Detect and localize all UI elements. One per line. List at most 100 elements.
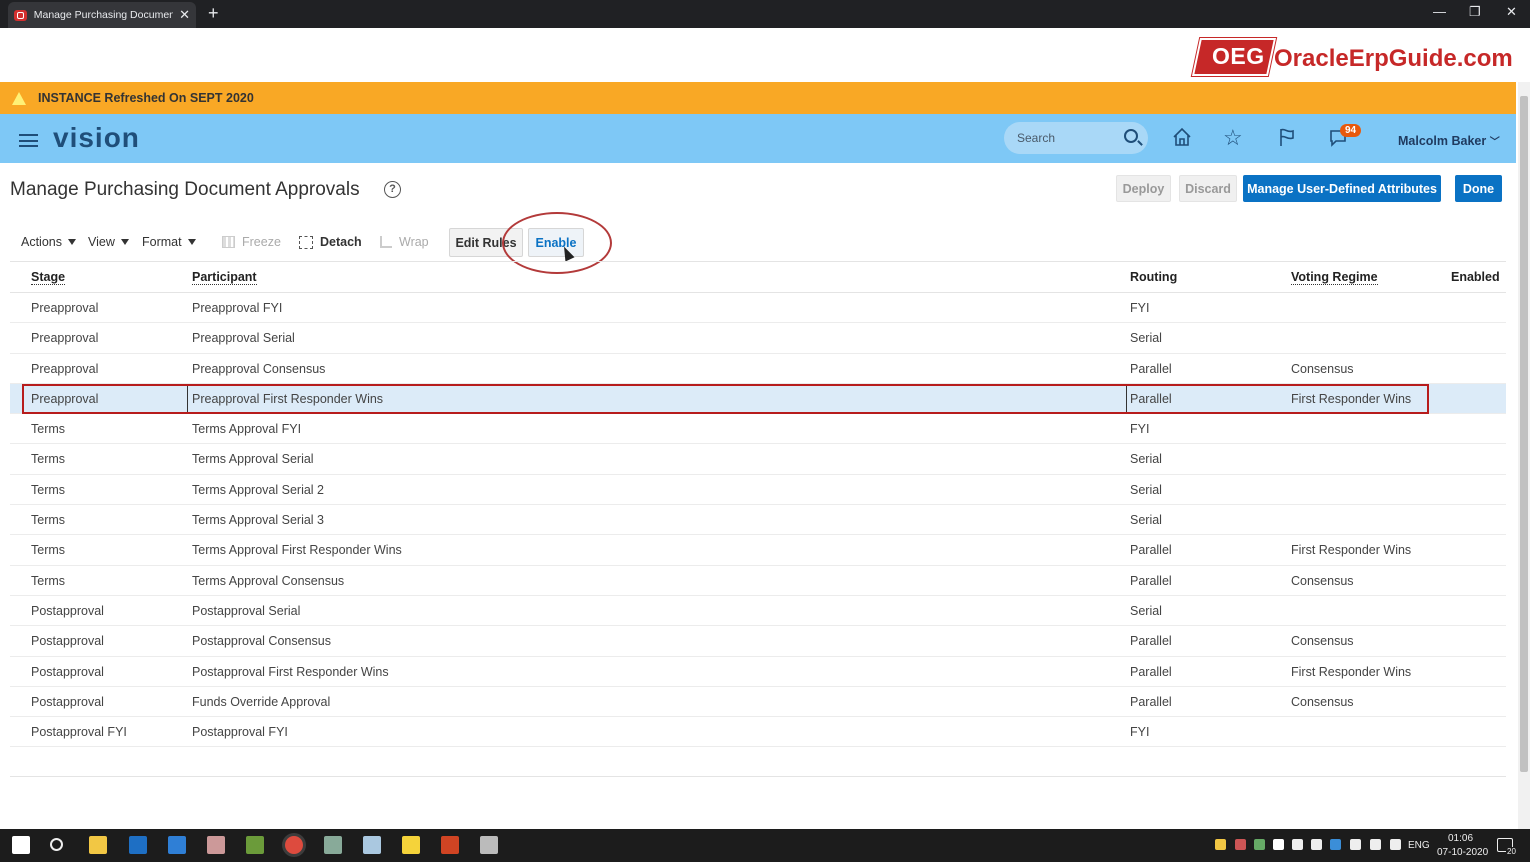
table-row[interactable]: Postapproval FYI Postapproval FYI FYI (10, 717, 1506, 748)
participant-cell: Funds Override Approval (192, 694, 331, 709)
table-row[interactable]: Terms Terms Approval Serial 3 Serial (10, 505, 1506, 536)
system-tray-icon[interactable] (1311, 839, 1322, 850)
home-icon[interactable] (1172, 127, 1192, 147)
column-header-voting-regime[interactable]: Voting Regime (1291, 270, 1378, 285)
restore-button[interactable]: ❐ (1469, 4, 1481, 20)
clock-time[interactable]: 01:06 (1448, 833, 1473, 844)
system-tray-icon[interactable] (1254, 839, 1265, 850)
edit-rules-button[interactable]: Edit Rules (449, 228, 523, 257)
table-toolbar: Actions View Format Freeze Detach Wrap E… (0, 228, 1516, 258)
freeze-button[interactable]: Freeze (222, 235, 281, 249)
mail-icon[interactable] (168, 836, 186, 854)
table-row[interactable]: Postapproval Postapproval Serial Serial (10, 596, 1506, 627)
help-icon[interactable]: ? (384, 181, 401, 198)
enable-button[interactable]: Enable (528, 228, 584, 257)
flag-icon[interactable] (1277, 127, 1297, 147)
page-scrollbar[interactable] (1518, 82, 1530, 829)
format-menu[interactable]: Format (142, 235, 196, 249)
participant-cell: Preapproval Serial (192, 331, 295, 346)
table-row[interactable]: Postapproval Postapproval First Responder… (10, 657, 1506, 687)
routing-cell: Parallel (1130, 664, 1172, 679)
system-tray-icon[interactable] (1390, 839, 1401, 850)
routing-cell: Parallel (1130, 573, 1172, 588)
caret-down-icon (187, 239, 196, 245)
search-input[interactable] (1017, 131, 1117, 145)
table-row[interactable]: Postapproval Funds Override Approval Paral… (10, 687, 1506, 718)
stage-cell: Postapproval FYI (31, 725, 127, 740)
voting-regime-cell: Consensus (1291, 694, 1354, 709)
column-header-enabled[interactable]: Enabled (1451, 270, 1500, 284)
freeze-icon (222, 236, 235, 248)
outlook-icon[interactable] (129, 836, 147, 854)
oracle-favicon-icon (14, 9, 27, 21)
table-row[interactable]: Preapproval Preapproval FYI FYI (10, 293, 1506, 324)
table-row[interactable]: Terms Terms Approval First Responder Wins… (10, 535, 1506, 566)
window-close-button[interactable]: ✕ (1506, 4, 1517, 20)
browser-tab[interactable]: Manage Purchasing Document A ✕ (8, 2, 196, 28)
routing-cell: Serial (1130, 452, 1162, 467)
system-tray-icon[interactable] (1330, 839, 1341, 850)
voting-regime-cell: Consensus (1291, 573, 1354, 588)
tab-close-icon[interactable]: ✕ (179, 7, 190, 23)
banner-text: INSTANCE Refreshed On SEPT 2020 (38, 91, 254, 105)
table-row[interactable]: Preapproval Preapproval Consensus Parallel… (10, 354, 1506, 384)
user-menu[interactable]: Malcolm Baker ﹀ (1398, 133, 1500, 148)
search-icon[interactable] (1124, 129, 1138, 143)
column-header-routing[interactable]: Routing (1130, 270, 1177, 284)
table-row[interactable]: Preapproval Preapproval First Responder W… (10, 383, 1506, 415)
clock-app-icon[interactable] (480, 836, 498, 854)
app-icon[interactable] (363, 836, 381, 854)
language-indicator[interactable]: ENG (1408, 840, 1430, 851)
system-tray-icon[interactable] (1292, 839, 1303, 850)
table-row[interactable]: Terms Terms Approval FYI FYI (10, 414, 1506, 445)
column-header-participant[interactable]: Participant (192, 270, 257, 285)
participant-cell: Postapproval FYI (192, 725, 288, 740)
deploy-button[interactable]: Deploy (1116, 175, 1171, 202)
clock-date[interactable]: 07-10-2020 (1437, 847, 1488, 858)
table-row[interactable]: Terms Terms Approval Serial 2 Serial (10, 475, 1506, 506)
system-tray-icon[interactable] (1370, 839, 1381, 850)
app-icon[interactable] (207, 836, 225, 854)
stage-cell: Terms (31, 543, 66, 558)
stage-cell: Preapproval (31, 331, 99, 346)
search-icon[interactable] (50, 838, 63, 851)
menu-icon[interactable] (19, 134, 38, 147)
discard-button[interactable]: Discard (1179, 175, 1237, 202)
system-tray-icon[interactable] (1215, 839, 1226, 850)
notification-count: 20 (1506, 847, 1517, 856)
notepad-icon[interactable] (246, 836, 264, 854)
new-tab-button[interactable]: + (208, 3, 219, 24)
view-menu[interactable]: View (88, 235, 129, 249)
file-explorer-icon[interactable] (89, 836, 107, 854)
participant-cell: Terms Approval FYI (192, 422, 302, 437)
wrap-button[interactable]: Wrap (380, 235, 429, 249)
table-row[interactable]: Postapproval Postapproval Consensus Parall… (10, 626, 1506, 657)
notification-count-badge: 94 (1340, 124, 1362, 137)
routing-cell: Parallel (1130, 361, 1172, 376)
favorites-star-icon[interactable]: ☆ (1223, 125, 1243, 151)
table-row[interactable]: Terms Terms Approval Consensus Parallel Con… (10, 566, 1506, 596)
scrollbar-thumb[interactable] (1520, 96, 1528, 772)
system-tray-icon[interactable] (1350, 839, 1361, 850)
participant-cell: Postapproval First Responder Wins (192, 664, 389, 679)
stage-cell: Terms (31, 482, 66, 497)
system-tray-icon[interactable] (1235, 839, 1246, 850)
detach-button[interactable]: Detach (299, 235, 362, 249)
done-button[interactable]: Done (1455, 175, 1502, 202)
windows-start-icon[interactable] (12, 836, 30, 854)
sticky-notes-icon[interactable] (402, 836, 420, 854)
stage-cell: Preapproval (31, 361, 99, 376)
vision-logo[interactable]: vision (53, 122, 140, 154)
manage-user-defined-attributes-button[interactable]: Manage User-Defined Attributes (1243, 175, 1441, 202)
system-tray-icon[interactable] (1273, 839, 1284, 850)
actions-menu[interactable]: Actions (21, 235, 76, 249)
minimize-button[interactable]: — (1433, 4, 1446, 19)
table-row[interactable]: Terms Terms Approval Serial Serial (10, 444, 1506, 475)
participant-cell: Preapproval FYI (192, 301, 283, 315)
powerpoint-icon[interactable] (441, 836, 459, 854)
table-row[interactable]: Preapproval Preapproval Serial Serial (10, 323, 1506, 354)
app-icon[interactable] (324, 836, 342, 854)
global-search[interactable] (1004, 122, 1148, 154)
column-header-stage[interactable]: Stage (31, 270, 66, 285)
chrome-icon[interactable] (285, 836, 303, 854)
